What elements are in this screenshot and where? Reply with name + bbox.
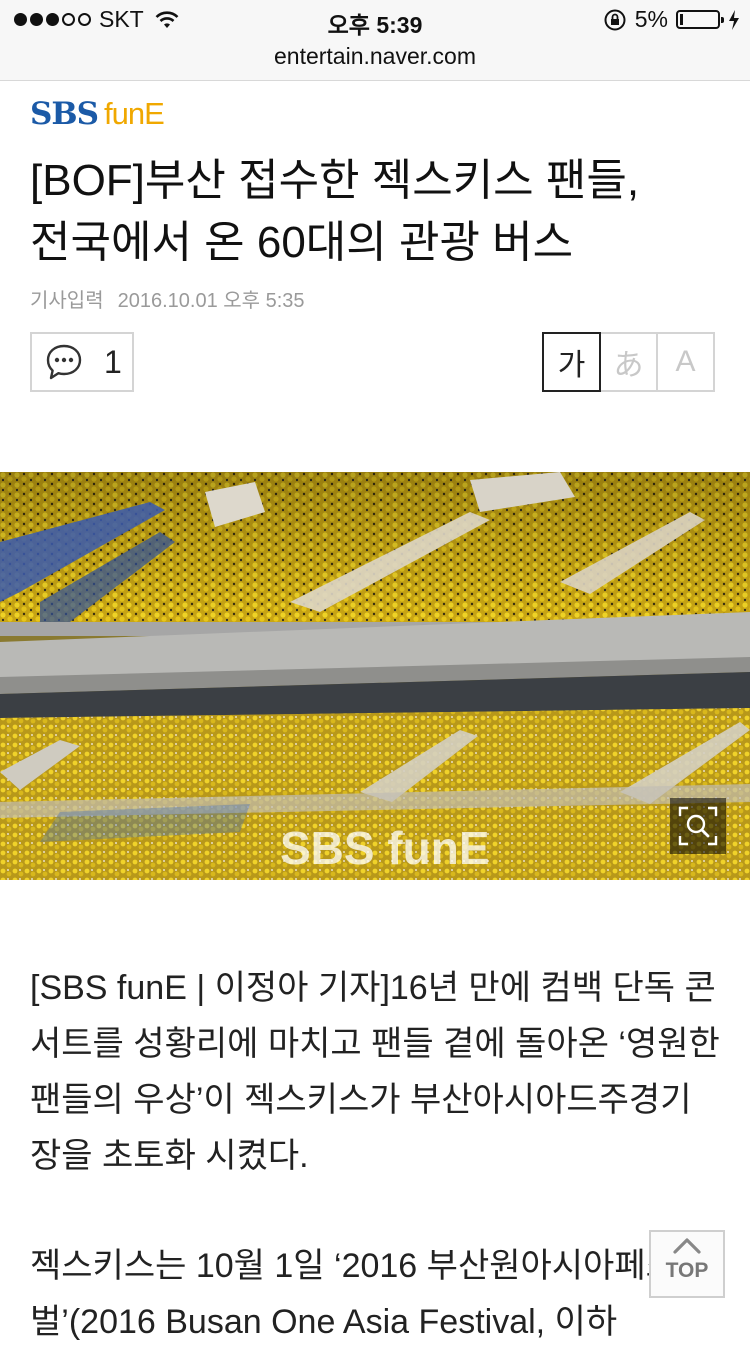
headline-line-1: [BOF]부산 접수한 젝스키스 팬들, [30, 156, 640, 205]
sbs-fune-logo[interactable]: SBS funE [30, 96, 165, 132]
font-selector: 가 あ A [542, 332, 715, 392]
photo-zoom-button[interactable] [670, 798, 726, 854]
headline-line-2: 전국에서 온 60대의 관광 버스 [30, 218, 574, 267]
status-bar: SKT 오후 5:39 5% [0, 0, 750, 40]
chevron-up-icon [673, 1238, 701, 1254]
logo-sbs-text: SBS [30, 96, 99, 132]
battery-percent: 5% [634, 6, 668, 32]
top-label: TOP [665, 1259, 709, 1282]
scroll-top-button[interactable]: TOP [649, 1230, 725, 1298]
stadium-crowd-image: SBS funE [0, 472, 750, 880]
article-paragraph-1: [SBS funE | 이정아 기자]16년 만에 컴백 단독 콘서트를 성황리… [30, 969, 720, 1175]
font-japanese-button[interactable]: あ [599, 332, 658, 392]
rotation-lock-icon [604, 9, 626, 30]
photo-watermark: SBS funE [280, 822, 490, 874]
magnifier-icon [678, 806, 718, 846]
article-dateline: 기사입력 2016.10.01 오후 5:35 [30, 284, 305, 313]
date-label: 기사입력 [30, 290, 104, 312]
font-english-button[interactable]: A [656, 332, 715, 392]
battery-icon [676, 10, 724, 29]
article-photo[interactable]: SBS funE [0, 472, 750, 880]
font-korean-button[interactable]: 가 [542, 332, 601, 392]
article-paragraph-2: 젝스키스는 10월 1일 ‘2016 부산원아시아페스티벌’(2016 Busa… [30, 1247, 709, 1341]
date-value: 2016.10.01 오후 5:35 [117, 290, 305, 312]
bolt-icon [729, 9, 739, 30]
comment-button[interactable]: 1 [30, 332, 134, 392]
url-bar[interactable]: entertain.naver.com [0, 40, 750, 81]
comment-count: 1 [104, 343, 122, 380]
status-right: 5% [603, 6, 740, 33]
logo-fune-text: funE [103, 96, 165, 131]
speech-bubble-icon [46, 344, 82, 380]
url-text: entertain.naver.com [273, 43, 476, 69]
article-headline: [BOF]부산 접수한 젝스키스 팬들, 전국에서 온 60대의 관광 버스 [30, 150, 720, 274]
